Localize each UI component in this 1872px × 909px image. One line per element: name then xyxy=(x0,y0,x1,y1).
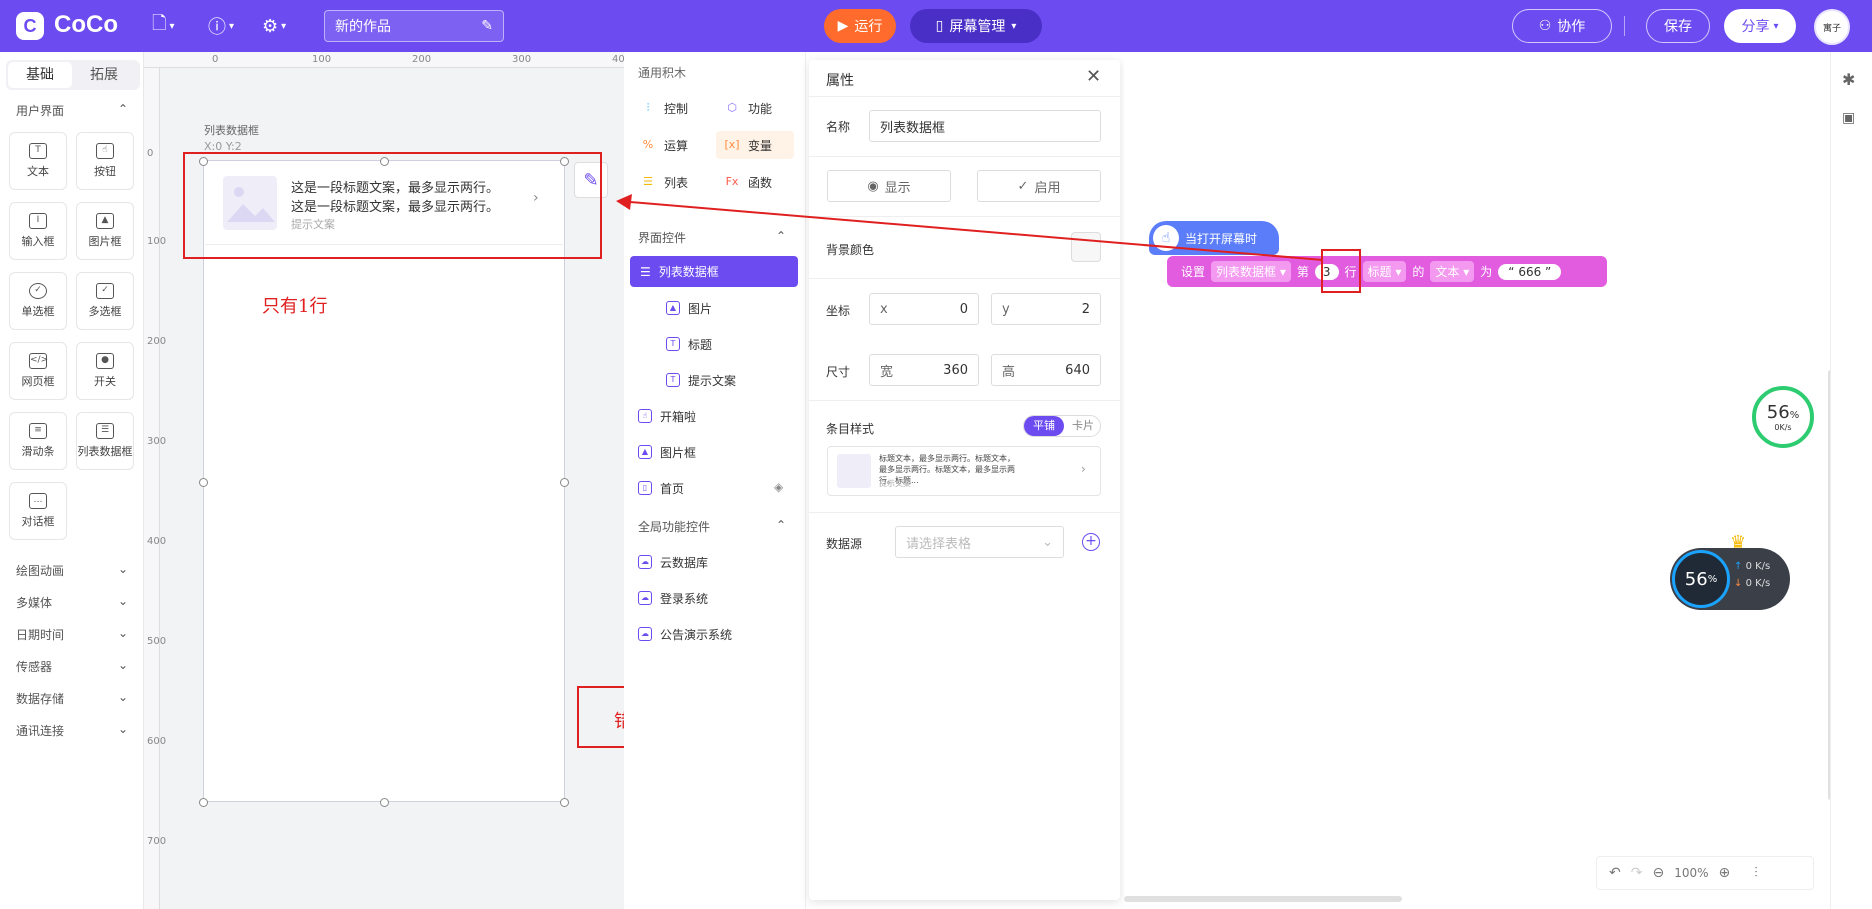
download-speed: ↓ 0 K/s xyxy=(1734,578,1771,589)
upload-speed: ↑ 0 K/s xyxy=(1734,561,1771,572)
box-icon[interactable]: ▣ xyxy=(1842,110,1855,126)
percent-dial: 56% xyxy=(1672,550,1730,608)
percent-sign: % xyxy=(1789,410,1800,421)
network-speed-widget[interactable]: 56% 0K/s xyxy=(1752,386,1814,448)
speed-value: 0K/s xyxy=(1774,423,1792,432)
percent-value: 56 xyxy=(1684,568,1708,590)
download-value: 0 K/s xyxy=(1745,578,1771,589)
percent-value: 56 xyxy=(1766,402,1790,423)
crown-icon: ♛ xyxy=(1730,532,1747,553)
right-toolbar xyxy=(1830,52,1872,909)
redo-icon[interactable]: ↷ xyxy=(1631,865,1643,881)
bug-icon[interactable]: ✱ xyxy=(1842,70,1855,89)
zoom-out-icon[interactable]: ⊖ xyxy=(1652,865,1664,881)
undo-icon[interactable]: ↶ xyxy=(1609,865,1621,881)
zoom-level: 100% xyxy=(1674,866,1709,880)
upload-value: 0 K/s xyxy=(1745,561,1771,572)
percent-sign: % xyxy=(1707,573,1718,585)
zoom-in-icon[interactable]: ⊕ xyxy=(1719,865,1731,881)
annotation-arrow xyxy=(616,194,1324,261)
zoom-toolbar: ↶ ↷ ⊖ 100% ⊕ ⫶ xyxy=(1596,856,1814,890)
align-icon[interactable]: ⫶ xyxy=(1754,865,1758,881)
